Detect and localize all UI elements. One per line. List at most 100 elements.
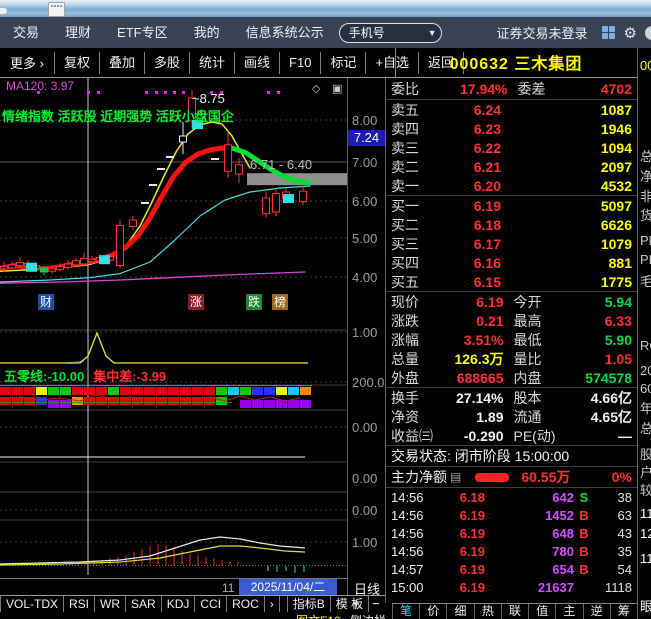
toolbar-button-0[interactable]: 复权 xyxy=(54,52,99,74)
tick-row-2: 14:566.19648B43 xyxy=(386,524,637,542)
tick-tab-6[interactable]: 主 xyxy=(555,604,582,619)
tick-tab-2[interactable]: 细 xyxy=(446,604,473,619)
diamond-tool-icon[interactable]: ◇ xyxy=(312,82,320,95)
clipped-avatar-icon[interactable] xyxy=(645,26,651,40)
zoom-out-button[interactable]: − xyxy=(372,596,380,611)
more-button[interactable]: 更多 › xyxy=(0,53,54,72)
weibi-row: 委比 17.94% 委差 4702 xyxy=(386,78,637,99)
tick-time: 14:56 xyxy=(391,526,435,541)
toolbar-button-5[interactable]: F10 xyxy=(279,52,320,74)
tick-volume: 654 xyxy=(485,562,574,577)
tick-time: 14:56 xyxy=(391,508,435,523)
tick-volume: 642 xyxy=(485,490,574,505)
f10-link[interactable]: 图文F10 xyxy=(296,612,341,619)
chart-area: MA120: 3.97 情绪指数 活跃股 近期强势 活跃小盘国企 ~8.75 6… xyxy=(0,78,651,619)
indicator-tab-KDJ[interactable]: KDJ xyxy=(162,596,196,612)
stat-row-4: 外盘688665内盘574578 xyxy=(386,368,637,387)
sidebar-link[interactable]: 侧边栏 » xyxy=(350,612,396,619)
toolbar-button-4[interactable]: 画线 xyxy=(234,52,279,74)
bid-row-3: 买四6.16881 xyxy=(386,253,637,272)
fin-row-0-value1: 27.14% xyxy=(437,390,504,406)
tick-tab-7[interactable]: 逆 xyxy=(583,604,610,619)
ask-row-1-label: 卖四 xyxy=(391,119,437,139)
stat-row-4-label2: 内盘 xyxy=(514,368,566,388)
indicator-tab-ROC[interactable]: ROC xyxy=(227,596,265,612)
tick-tab-3[interactable]: 热 xyxy=(474,604,501,619)
tick-tab-4[interactable]: 联 xyxy=(501,604,528,619)
phone-dropdown-icon[interactable]: ▼ xyxy=(428,28,437,38)
tick-tab-8[interactable]: 筹 xyxy=(610,604,637,619)
gear-icon[interactable]: ⚙ xyxy=(624,24,637,42)
toolbar-button-3[interactable]: 统计 xyxy=(189,52,234,74)
indicator-tab-›[interactable]: › xyxy=(265,596,280,612)
stat-row-0: 现价6.19今开5.94 xyxy=(386,292,637,311)
indicator-tab-VOL-TDX[interactable]: VOL-TDX xyxy=(0,596,64,612)
ask-row-3-label: 卖二 xyxy=(391,157,437,177)
toolbar-button-1[interactable]: 叠加 xyxy=(99,52,144,74)
tick-price: 6.18 xyxy=(435,490,485,505)
login-status[interactable]: 证券交易未登录 xyxy=(497,23,588,42)
document-icon[interactable] xyxy=(48,2,65,17)
tick-volume: 21637 xyxy=(485,580,574,595)
axis-label-10: 1.00 xyxy=(352,535,377,550)
tick-side: B xyxy=(574,526,594,541)
indicator-tab-指标B[interactable]: 指标B xyxy=(287,596,331,612)
right-strip-item-18: 11 xyxy=(640,551,651,566)
date-axis-tick: 11 xyxy=(222,581,234,595)
right-strip-item-13: 股 xyxy=(640,444,651,463)
axis-label-7: 0.00 xyxy=(352,420,377,435)
chart-badge-0[interactable]: 财 xyxy=(38,294,54,310)
indicator-tab-SAR[interactable]: SAR xyxy=(126,596,162,612)
stat-row-3-value1: 126.3万 xyxy=(437,349,504,369)
ask-row-1-price: 6.23 xyxy=(437,121,501,137)
bid-row-0-label: 买一 xyxy=(391,196,437,216)
bid-row-0: 买一6.195097 xyxy=(386,196,637,215)
fin-row-0-value2: 4.66亿 xyxy=(566,388,633,408)
indicator-tab-CCI[interactable]: CCI xyxy=(195,596,227,612)
right-strip-item-14: 户 xyxy=(640,462,651,481)
chart-badge-1[interactable]: 涨 xyxy=(188,294,204,310)
apps-grid-icon[interactable] xyxy=(602,26,615,39)
split-window-icon[interactable]: ▣ xyxy=(332,82,342,95)
tick-price: 6.19 xyxy=(435,544,485,559)
indicator-tab-WR[interactable]: WR xyxy=(95,596,126,612)
bid-row-2-price: 6.17 xyxy=(437,236,501,252)
date-axis: 11 2025/11/04/二 xyxy=(0,578,347,595)
tick-row-0: 14:566.18642S38 xyxy=(386,488,637,506)
chart-badge-2[interactable]: 跌 xyxy=(246,294,262,310)
clipped-right-panel: 00总净非货PEPE毛RO2060年总股户较111211眼 xyxy=(637,48,651,619)
menu-item-3[interactable]: 我的 xyxy=(181,17,233,48)
ask-row-1: 卖四6.231946 xyxy=(386,119,637,138)
tick-tab-0[interactable]: 笔 xyxy=(392,604,419,619)
toolbar-button-6[interactable]: 标记 xyxy=(320,52,365,74)
bid-row-1-volume: 6626 xyxy=(501,217,632,233)
bid-row-4: 买五6.151775 xyxy=(386,272,637,291)
menu-item-2[interactable]: ETF专区 xyxy=(104,17,181,48)
tick-row-1: 14:566.191452B63 xyxy=(386,506,637,524)
high-annotation: ~8.75 xyxy=(192,91,225,106)
chart-badge-3[interactable]: 榜 xyxy=(272,294,288,310)
menu-item-1[interactable]: 理财 xyxy=(52,17,104,48)
tick-count: 54 xyxy=(594,562,632,577)
edge-tab-眼[interactable]: 眼 xyxy=(640,596,651,615)
list-icon[interactable]: ▤ xyxy=(450,470,461,484)
kline-chart-canvas[interactable] xyxy=(0,78,347,578)
tick-volume: 648 xyxy=(485,526,574,541)
toolbar-button-2[interactable]: 多股 xyxy=(144,52,189,74)
stat-row-1-value2: 6.33 xyxy=(566,313,633,329)
stock-code: 000632 xyxy=(450,56,509,73)
tick-tab-5[interactable]: 值 xyxy=(528,604,555,619)
phone-number-input[interactable] xyxy=(339,23,442,43)
indicator-tab-模板[interactable]: 模 板 xyxy=(331,596,369,612)
stats-block: 现价6.19今开5.94涨跌0.21最高6.33涨幅3.51%最低5.90总量1… xyxy=(386,292,637,387)
menu-item-0[interactable]: 交易 xyxy=(0,17,52,48)
axis-label-3: 5.00 xyxy=(352,231,377,246)
axis-label-5: 1.00 xyxy=(352,325,377,340)
zoom-in-button[interactable]: + xyxy=(352,596,360,611)
menu-item-4[interactable]: 信息系统公示 xyxy=(233,17,337,48)
indicator-tab-RSI[interactable]: RSI xyxy=(64,596,95,612)
main-flow-row: 主力净额 ▤ 60.55万 0% xyxy=(386,467,637,487)
right-strip-item-16: 11 xyxy=(640,506,651,521)
tick-tab-1[interactable]: 价 xyxy=(419,604,446,619)
weicha-label: 委差 xyxy=(518,79,562,99)
